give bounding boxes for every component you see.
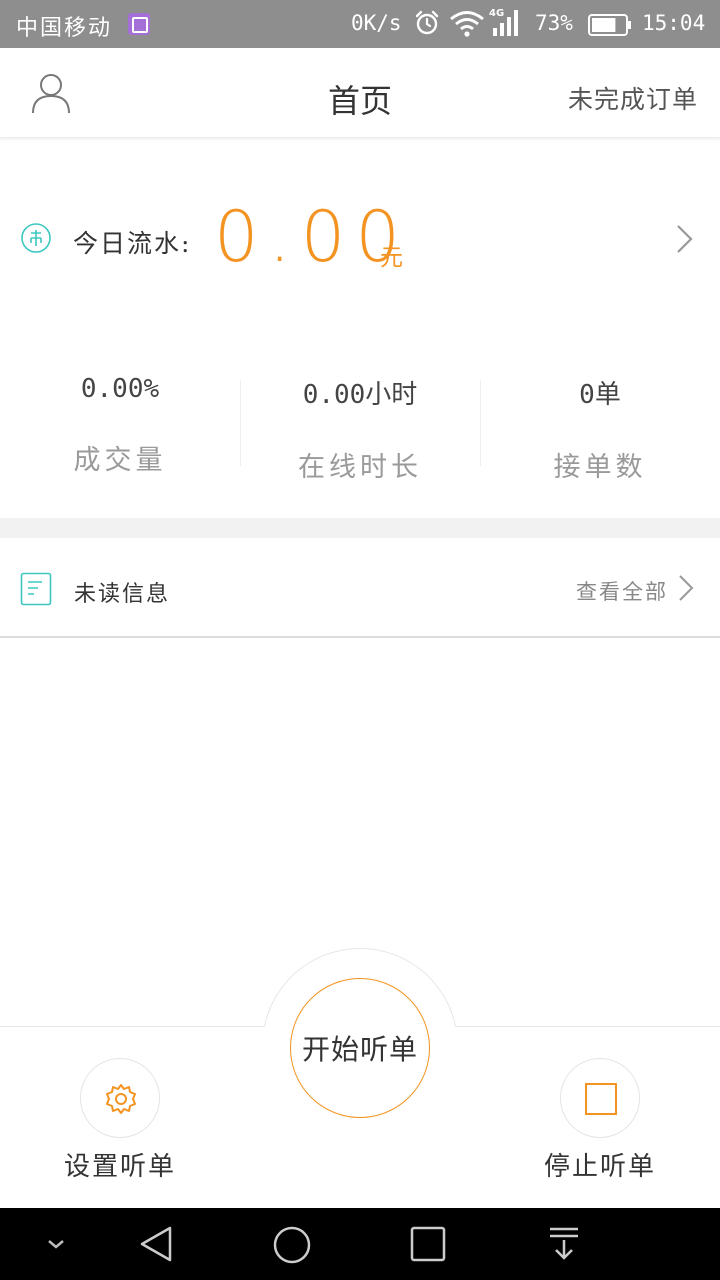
back-icon[interactable] (138, 1226, 176, 1262)
stat-value: 0.00% (80, 374, 160, 404)
clock: 15:04 (642, 11, 706, 35)
start-listening-label: 开始听单 (301, 1033, 418, 1066)
gear-icon (106, 1084, 136, 1114)
stats-row: 0.00% 成交量 0.00小时 在线时长 0单 接单数 (0, 374, 720, 483)
earnings-label: 今日流水: (73, 229, 192, 258)
network-speed: 0K/s (351, 11, 402, 35)
view-all-link[interactable]: 查看全部 (576, 576, 668, 606)
status-bar: 中国移动 0K/s 4G 73% 15:04 (0, 0, 720, 48)
alarm-icon (415, 10, 439, 35)
home-icon[interactable] (272, 1226, 312, 1264)
home-screen: 中国移动 0K/s 4G 73% 15:04 首页 未完成订单 今日流水: 0.… (0, 0, 720, 1280)
stat-value: 0.00小时 (302, 380, 418, 410)
stop-button[interactable] (560, 1058, 640, 1138)
unfinished-orders-link[interactable]: 未完成订单 (568, 80, 698, 116)
battery-percent: 73% (535, 11, 573, 35)
wifi-icon (450, 11, 484, 37)
stat-order-count: 0单 接单数 (480, 374, 720, 483)
stat-label: 接单数 (553, 452, 647, 483)
top-app-bar: 首页 未完成订单 (0, 48, 720, 138)
document-icon (20, 572, 52, 606)
stat-value: 0单 (579, 380, 621, 410)
earnings-card[interactable]: 今日流水: 0.00 元 0.00% 成交量 0.00小时 在线时长 0单 接单… (0, 140, 720, 518)
unread-messages-row[interactable]: 未读信息 查看全部 (0, 538, 720, 638)
settings-button[interactable] (80, 1058, 160, 1138)
stop-label[interactable]: 停止听单 (520, 1146, 680, 1183)
stat-conversion: 0.00% 成交量 (0, 374, 240, 476)
notification-pull-down-icon[interactable] (548, 1226, 580, 1262)
system-navigation-bar (0, 1208, 720, 1280)
currency-unit: 元 (380, 245, 403, 271)
unread-messages-label: 未读信息 (74, 582, 171, 607)
stat-label: 在线时长 (298, 452, 422, 483)
network-type-label: 4G (489, 8, 504, 19)
money-icon (21, 223, 51, 253)
stop-square-icon (585, 1083, 617, 1115)
stat-online-time: 0.00小时 在线时长 (240, 374, 480, 483)
chevron-right-icon[interactable] (678, 574, 694, 602)
stat-label: 成交量 (73, 445, 167, 476)
chevron-down-icon[interactable] (44, 1226, 68, 1262)
settings-label[interactable]: 设置听单 (40, 1146, 200, 1183)
start-listening-button[interactable]: 开始听单 (290, 978, 430, 1118)
carrier-name: 中国移动 (16, 16, 113, 41)
recent-apps-icon[interactable] (410, 1226, 446, 1262)
chevron-right-icon[interactable] (676, 224, 694, 254)
cellular-signal-icon: 4G (489, 8, 518, 36)
gallery-notification-icon (128, 13, 150, 35)
battery-icon (588, 14, 631, 36)
section-divider (0, 518, 720, 538)
